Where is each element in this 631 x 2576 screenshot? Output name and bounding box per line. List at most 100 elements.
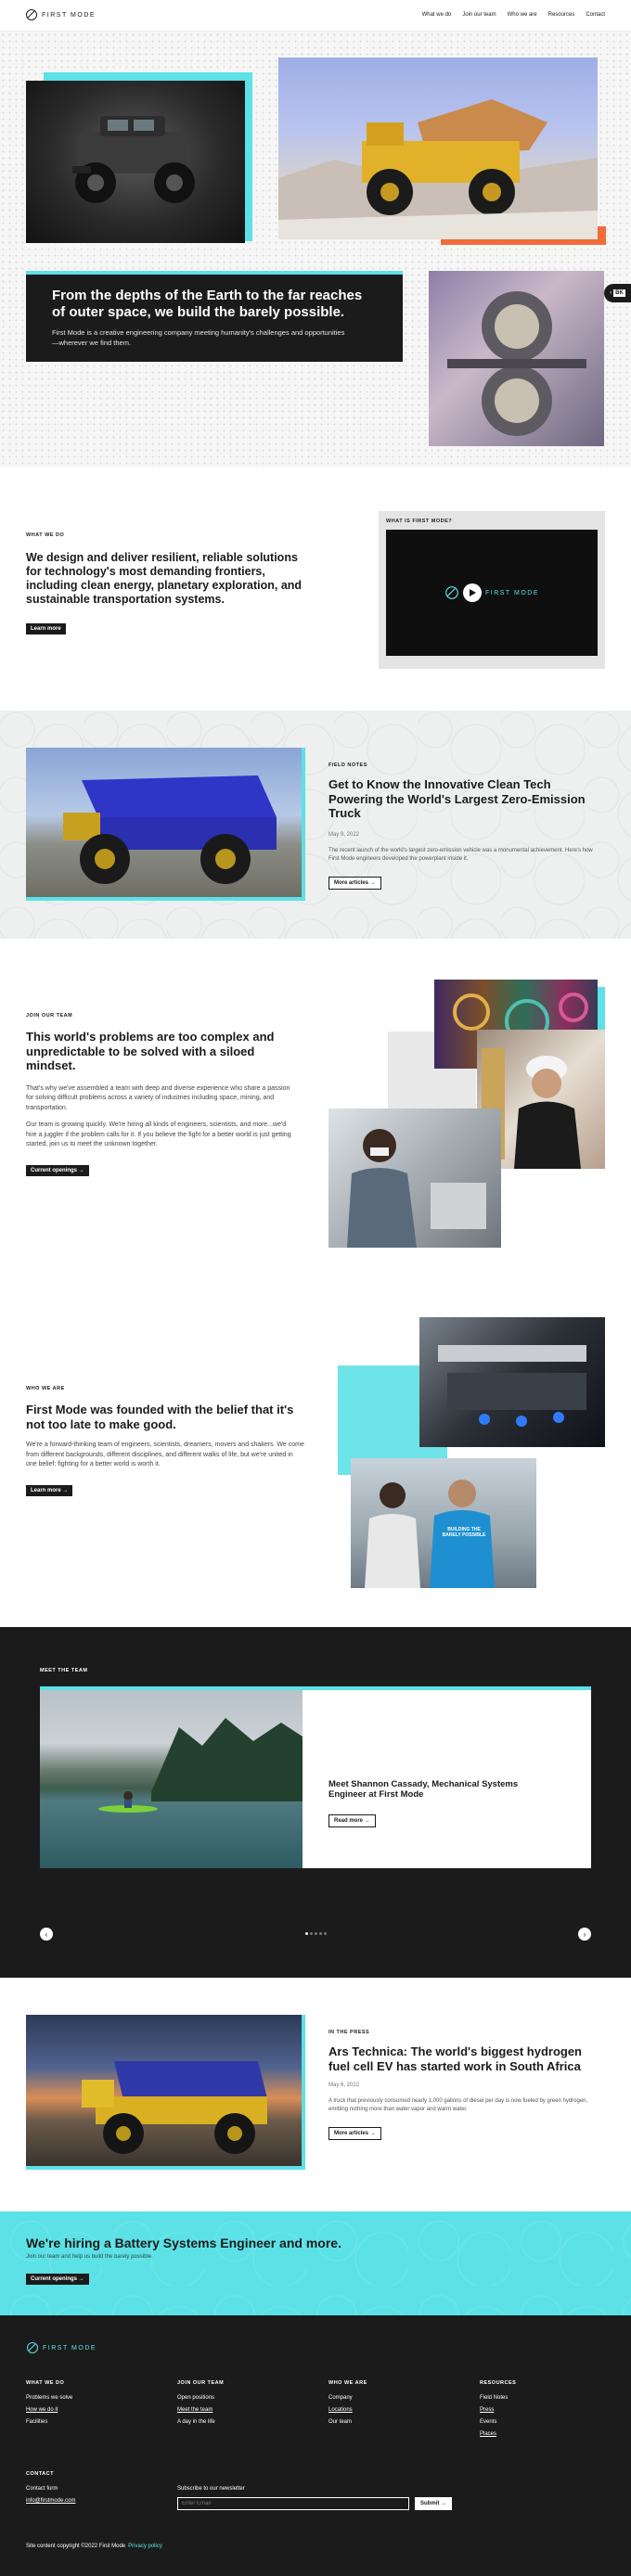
press-section: IN THE PRESS Ars Technica: The world's b… [0, 1978, 631, 2211]
more-articles-button[interactable]: More articles → [328, 876, 381, 890]
brand-logo[interactable]: FIRST MODE [25, 8, 96, 21]
newsletter-submit-button[interactable]: Submit → [415, 2497, 453, 2510]
play-icon[interactable] [462, 583, 482, 602]
footer-link[interactable]: Problems we solve [26, 2395, 177, 2401]
learn-more-button-who[interactable]: Learn more → [26, 1484, 73, 1496]
field-notes-summary: The recent launch of the world's largest… [328, 847, 593, 862]
footer-link[interactable]: Our team [328, 2419, 480, 2425]
more-articles-label: More articles [334, 879, 369, 886]
press-heading[interactable]: Ars Technica: The world's biggest hydrog… [328, 2044, 603, 2073]
arrow-right-icon: → [369, 879, 376, 886]
newsletter-email-input[interactable] [177, 2497, 409, 2510]
field-notes-heading[interactable]: Get to Know the Innovative Clean Tech Po… [328, 777, 598, 821]
footer-column-title: JOIN OUR TEAM [177, 2380, 225, 2386]
what-we-do-section: WHAT WE DO We design and deliver resilie… [0, 468, 631, 711]
carousel-dot[interactable] [318, 1932, 322, 1935]
arrow-right-icon: → [78, 1167, 84, 1173]
meet-section: MEET THE TEAM Meet Shannon Cassady, Mech… [0, 1627, 631, 1978]
footer-link[interactable]: Facilities [26, 2419, 177, 2425]
join-section: JOIN OUR TEAM This world's problems are … [0, 939, 631, 1286]
who-heading: First Mode was founded with the belief t… [26, 1403, 294, 1431]
footer-contact-form-link[interactable]: Contact form [26, 2486, 75, 2492]
hiring-current-openings-button[interactable]: Current openings → [26, 2273, 89, 2285]
footer-column-title: WHO WE ARE [328, 2380, 367, 2386]
footer-column-title: RESOURCES [480, 2380, 517, 2386]
footer-contact: CONTACT Contact form info@firstmode.com [26, 2471, 75, 2504]
meet-caption-card: Meet Shannon Cassady, Mechanical Systems… [303, 1690, 591, 1868]
video-card: WHAT IS FIRST MODE? FIRST MODE [379, 511, 605, 669]
footer-column-resources: RESOURCES Field Notes Press Events Place… [480, 2380, 605, 2443]
video-player[interactable]: FIRST MODE [386, 530, 598, 656]
current-openings-label: Current openings [31, 1167, 78, 1173]
carousel-dot[interactable] [323, 1932, 327, 1935]
footer-logo[interactable]: FIRST MODE [26, 2341, 97, 2354]
footer-column-title: WHAT WE DO [26, 2380, 65, 2386]
footer-link[interactable]: Places [480, 2431, 605, 2437]
meet-eyebrow: MEET THE TEAM [40, 1668, 88, 1673]
footer-link[interactable]: Field Notes [480, 2395, 605, 2401]
carousel-next-button[interactable]: › [578, 1928, 591, 1941]
what-we-do-eyebrow: WHAT WE DO [26, 532, 65, 538]
press-date: May 6, 2022 [328, 2083, 360, 2089]
carousel-dot[interactable] [304, 1932, 308, 1935]
field-notes-date: May 9, 2022 [328, 831, 360, 838]
footer-brand-name: FIRST MODE [43, 2344, 97, 2352]
press-eyebrow: IN THE PRESS [328, 2030, 370, 2035]
nav-contact[interactable]: Contact [586, 12, 605, 18]
footer-columns: WHAT WE DO Problems we solve How we do i… [26, 2380, 605, 2443]
footer-link[interactable]: Locations [328, 2407, 480, 2413]
footer-link[interactable]: Meet the team [177, 2407, 328, 2413]
press-summary: A truck that previously consumed nearly … [328, 2098, 588, 2113]
footer-link[interactable]: Press [480, 2407, 605, 2413]
first-mode-logo-icon [26, 9, 37, 20]
footer: FIRST MODE WHAT WE DO Problems we solve … [0, 2315, 631, 2576]
field-notes-truck-image [26, 748, 302, 897]
footer-link[interactable]: A day in the life [177, 2419, 328, 2425]
first-mode-logo-icon [445, 586, 458, 599]
field-notes-section: FIELD NOTES Get to Know the Innovative C… [0, 711, 631, 939]
who-shirt-text: BUILDING THE BARELY POSSIBLE [442, 1527, 486, 1538]
nav-resources[interactable]: Resources [548, 12, 575, 18]
first-mode-logo-icon [27, 2342, 38, 2353]
learn-more-button[interactable]: Learn more [26, 623, 66, 634]
join-paragraph-1: That's why we've assembled a team with d… [26, 1084, 290, 1111]
current-openings-button[interactable]: Current openings → [26, 1164, 89, 1176]
hero-rover-image [26, 81, 245, 243]
carousel-dot[interactable] [309, 1932, 313, 1935]
hiring-heading: We're hiring a Battery Systems Engineer … [26, 2236, 341, 2250]
join-heading: This world's problems are too complex an… [26, 1030, 275, 1073]
side-tab[interactable]: ‹ BK [604, 284, 631, 302]
footer-link[interactable]: How we do it [26, 2407, 177, 2413]
footer-link[interactable]: Company [328, 2395, 480, 2401]
footer-link[interactable]: Open positions [177, 2395, 328, 2401]
nav-join-our-team[interactable]: Join our team [462, 12, 496, 18]
newsletter-form: Subscribe to our newsletter Submit → [177, 2486, 453, 2510]
who-section: WHO WE ARE First Mode was founded with t… [0, 1286, 631, 1627]
meet-caption[interactable]: Meet Shannon Cassady, Mechanical Systems… [328, 1779, 542, 1801]
join-engineer-mask-image [328, 1109, 501, 1248]
arrow-right-icon: → [364, 1817, 370, 1824]
press-more-articles-button[interactable]: More articles → [328, 2127, 381, 2141]
carousel-prev-button[interactable]: ‹ [40, 1928, 53, 1941]
footer-link[interactable]: Events [480, 2419, 605, 2425]
arrow-right-icon: → [78, 2275, 84, 2282]
join-paragraph-2: Our team is growing quickly. We're hirin… [26, 1121, 291, 1148]
nav-who-we-are[interactable]: Who we are [508, 12, 537, 18]
field-notes-eyebrow: FIELD NOTES [328, 763, 367, 768]
hero-engine-image [429, 271, 604, 446]
copyright-text: Site content copyright ©2022 First Mode [26, 2544, 126, 2549]
hiring-banner: We're hiring a Battery Systems Engineer … [0, 2211, 631, 2315]
learn-more-label: Learn more [31, 1487, 61, 1493]
carousel-dot[interactable] [314, 1932, 317, 1935]
carousel-dots [303, 1932, 328, 1935]
who-eyebrow: WHO WE ARE [26, 1386, 65, 1391]
read-more-label: Read more [334, 1817, 364, 1824]
footer-email-link[interactable]: info@firstmode.com [26, 2498, 75, 2504]
privacy-policy-link[interactable]: Privacy policy [128, 2544, 162, 2549]
top-nav: FIRST MODE What we do Join our team Who … [0, 0, 631, 32]
read-more-button[interactable]: Read more → [328, 1813, 376, 1827]
side-tab-label: BK [613, 289, 625, 297]
chevron-left-icon: ‹ [610, 290, 612, 296]
nav-what-we-do[interactable]: What we do [422, 12, 452, 18]
submit-label: Submit [420, 2501, 440, 2506]
